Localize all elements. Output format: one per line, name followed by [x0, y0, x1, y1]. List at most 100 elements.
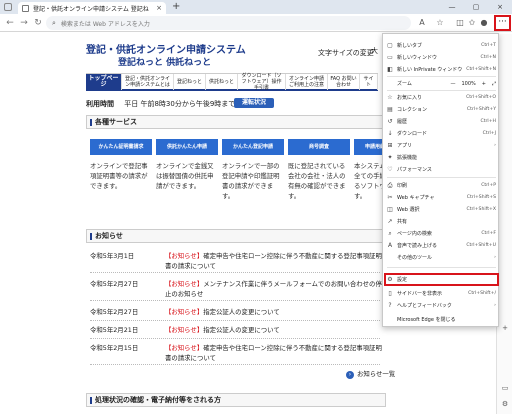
news-date: 令和5年2月15日: [90, 344, 139, 352]
news-link[interactable]: 【お知らせ】確定申告や住宅ローン控除に伴う不動産に関する登記事項証明書の請求につ…: [165, 343, 385, 363]
menu-item-hide-sidebar[interactable]: ▯ サイドバーを非表示 Ctrl+Shift+/: [383, 288, 500, 299]
menu-item-read-aloud[interactable]: A 音声で読み上げる Ctrl+Shift+U: [383, 240, 500, 251]
menu-label: コレクション: [397, 107, 428, 113]
nav-site[interactable]: サイト: [360, 74, 378, 90]
menu-divider: [387, 177, 496, 178]
minimize-button[interactable]: —: [440, 0, 464, 14]
menu-item-favorites[interactable]: ☆ お気に入り Ctrl+Shift+O: [383, 92, 500, 103]
more-menu-button[interactable]: ···: [494, 15, 511, 31]
menu-divider: [387, 90, 496, 91]
nav-kyotaku[interactable]: 供託ねっと: [206, 74, 238, 90]
menu-shortcut: Ctrl+Shift+/: [468, 291, 496, 296]
news-link[interactable]: 【お知らせ】確定申告や住宅ローン控除に伴う不動産に関する登記事項証明書の請求につ…: [165, 251, 385, 271]
address-placeholder: 検索または Web アドレスを入力: [60, 20, 150, 28]
menu-item-web-select[interactable]: ◫ Web 選択 Ctrl+Shift+X: [383, 204, 500, 215]
find-icon: ⌕: [388, 229, 392, 237]
menu-shortcut: Ctrl+Shift+U: [466, 243, 496, 248]
settings-highlight: [384, 273, 499, 286]
menu-item-more-tools[interactable]: その他のツール ›: [383, 252, 500, 263]
menu-item-performance[interactable]: ♡ パフォーマンス: [383, 164, 500, 175]
service-button[interactable]: 供託かんたん申請: [156, 139, 218, 155]
favorites-icon: ☆: [387, 94, 393, 101]
menu-item-history[interactable]: ↺ 履歴 Ctrl+H: [383, 116, 500, 127]
nav-notes[interactable]: オンライン申請ご利用上の注意: [286, 74, 328, 90]
zoom-out-button[interactable]: —: [450, 81, 455, 87]
site-subtitle: 登記ねっと 供託ねっと: [118, 58, 212, 68]
news-link[interactable]: 【お知らせ】指定公証人の変更について: [165, 325, 385, 335]
nav-top[interactable]: トップページ: [86, 74, 122, 90]
service-item: かんたん証明書請求 オンラインで登記事項証明書等の請求ができます。: [90, 139, 152, 191]
menu-item-extensions[interactable]: ✦ 拡張機能: [383, 152, 500, 163]
menu-shortcut: Ctrl+Shift+O: [466, 95, 496, 100]
sidebar-add-icon[interactable]: +: [500, 324, 510, 334]
profile-avatar-icon[interactable]: ●: [478, 17, 490, 29]
service-button[interactable]: かんたん証明書請求: [90, 139, 152, 155]
news-more-link[interactable]: › お知らせ一覧: [346, 369, 395, 379]
inprivate-icon: ◧: [387, 66, 393, 73]
operation-status-button[interactable]: 運転状況: [234, 98, 274, 108]
menu-item-apps[interactable]: ⊞ アプリ ›: [383, 140, 500, 151]
menu-divider: [387, 267, 496, 268]
menu-item-web-capture[interactable]: ✂ Web キャプチャ Ctrl+Shift+S: [383, 192, 500, 203]
nav-download[interactable]: ダウンロード（ソフトウェア）操作手引書: [238, 73, 286, 91]
window-menu-icon[interactable]: [4, 3, 12, 11]
menu-label: Web 選択: [397, 207, 420, 213]
news-link[interactable]: 【お知らせ】メンテナンス作業に伴うメールフォームでのお問い合わせの停止のお知らせ: [165, 279, 385, 299]
news-link[interactable]: 【お知らせ】指定公証人の変更について: [165, 307, 385, 317]
menu-item-close-edge[interactable]: Microsoft Edge を閉じる: [383, 314, 500, 325]
menu-item-zoom: ズーム — 100% + ⤢: [383, 78, 500, 89]
maximize-button[interactable]: ▢: [464, 0, 488, 14]
menu-item-inprivate[interactable]: ◧ 新しい InPrivate ウィンドウ Ctrl+Shift+N: [383, 64, 500, 75]
menu-item-collections[interactable]: ▤ コレクション Ctrl+Shift+Y: [383, 104, 500, 115]
chevron-right-icon: ›: [494, 143, 496, 148]
history-icon: ↺: [387, 118, 393, 125]
web-select-icon: ◫: [387, 206, 393, 213]
service-desc: オンラインで金銭又は振替国債の供託申請ができます。: [156, 162, 214, 190]
font-size-label: 文字サイズの変更: [318, 49, 374, 57]
favorites-icon[interactable]: ✩: [466, 17, 478, 29]
web-capture-icon: ✂: [387, 194, 393, 201]
browser-tab[interactable]: 登記・供託オンライン申請システム 登記ね ×: [18, 2, 166, 14]
site-title[interactable]: 登記・供託オンライン申請システム: [86, 41, 246, 56]
favorite-star-icon[interactable]: ☆: [434, 17, 446, 29]
sidebar-layout-icon[interactable]: ▭: [500, 384, 510, 394]
zoom-in-button[interactable]: +: [482, 81, 486, 87]
split-screen-icon[interactable]: ◫: [454, 17, 466, 29]
refresh-icon[interactable]: ↻: [32, 17, 44, 29]
chevron-right-icon: ›: [494, 303, 496, 308]
menu-item-new-window[interactable]: ▭ 新しいウィンドウ Ctrl+N: [383, 52, 500, 63]
nav-about[interactable]: 登記・供託オンライン申請システムとは: [122, 74, 174, 90]
zoom-level: 100%: [461, 80, 476, 87]
menu-item-find[interactable]: ⌕ ページ内の検索 Ctrl+F: [383, 228, 500, 239]
menu-label: アプリ: [397, 143, 413, 149]
menu-label: その他のツール: [397, 255, 433, 261]
extensions-icon: ✦: [387, 154, 393, 161]
service-button[interactable]: 商号調査: [288, 139, 350, 155]
tab-close-button[interactable]: ×: [156, 4, 162, 12]
news-heading: お知らせ: [86, 229, 386, 243]
nav-touki[interactable]: 登記ねっと: [174, 74, 206, 90]
sidebar-settings-icon[interactable]: ⚙: [500, 400, 510, 410]
fullscreen-icon[interactable]: ⤢: [492, 81, 496, 87]
menu-label: サイドバーを非表示: [397, 291, 443, 297]
new-tab-button[interactable]: +: [172, 1, 180, 12]
news-item: 令和5年2月21日 【お知らせ】指定公証人の変更について: [90, 325, 380, 339]
back-arrow-icon[interactable]: ←: [4, 17, 16, 29]
menu-item-help[interactable]: ? ヘルプとフィードバック ›: [383, 300, 500, 311]
news-item: 令和5年2月27日 【お知らせ】指定公証人の変更について: [90, 307, 380, 321]
browser-toolbar: ← → ↻ ⌕ 検索または Web アドレスを入力 A ☆ ◫ ✩ ● ···: [0, 14, 512, 32]
nav-faq[interactable]: FAQ お問い合わせ: [328, 74, 360, 90]
menu-item-print[interactable]: ⎙ 印刷 Ctrl+P: [383, 180, 500, 191]
address-bar[interactable]: ⌕ 検索または Web アドレスを入力: [46, 16, 411, 30]
forward-arrow-icon[interactable]: →: [18, 17, 30, 29]
menu-item-downloads[interactable]: ↓ ダウンロード Ctrl+J: [383, 128, 500, 139]
close-window-button[interactable]: ×: [488, 0, 512, 14]
service-button[interactable]: かんたん登記申請: [222, 139, 284, 155]
menu-item-new-tab[interactable]: ▢ 新しいタブ Ctrl+T: [383, 40, 500, 51]
chevron-right-icon: ›: [494, 255, 496, 260]
menu-item-share[interactable]: ↗ 共有: [383, 216, 500, 227]
read-aloud-icon[interactable]: A: [416, 17, 428, 29]
menu-divider: [387, 76, 496, 77]
business-hours: 利用時間 平日 午前8時30分から午後9時まで: [86, 99, 235, 109]
service-desc: オンラインで登記事項証明書等の請求ができます。: [90, 162, 148, 190]
